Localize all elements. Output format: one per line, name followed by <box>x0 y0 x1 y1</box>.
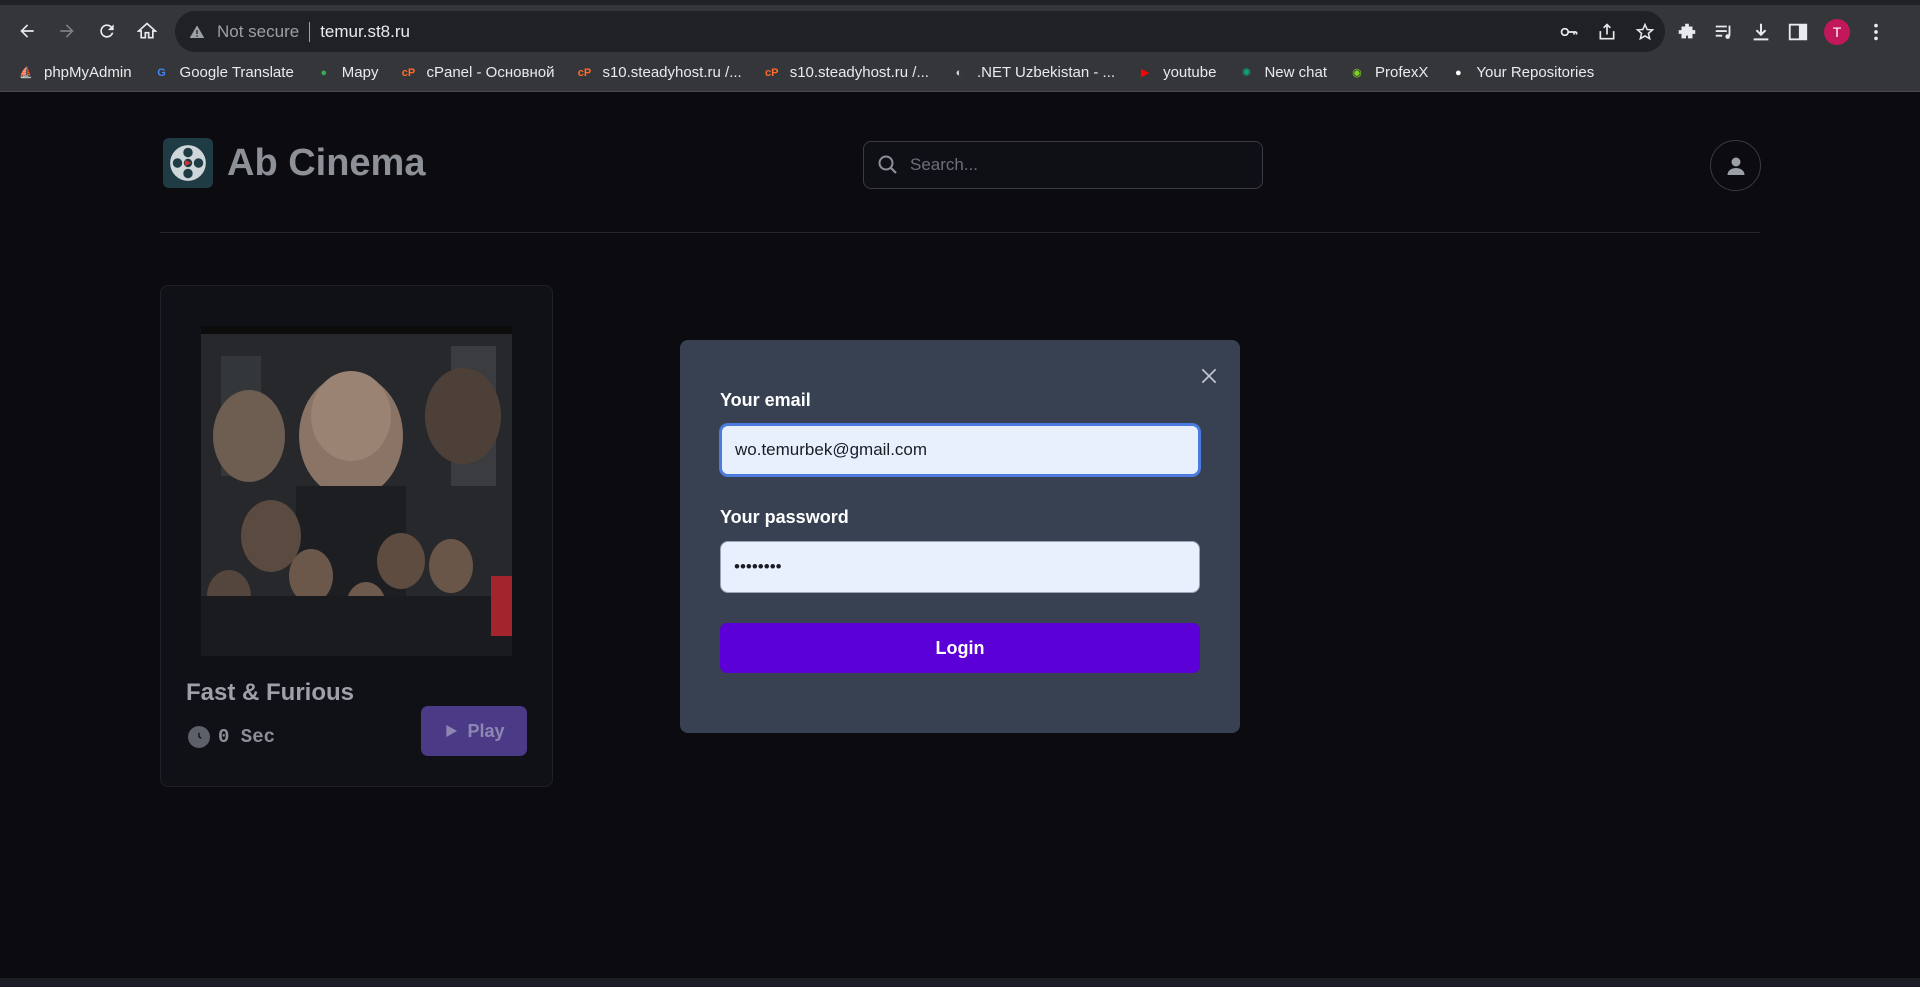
close-button[interactable] <box>1195 362 1223 390</box>
user-icon <box>1727 157 1744 175</box>
email-label: Your email <box>720 390 811 410</box>
search-input[interactable] <box>910 155 1230 175</box>
movie-title[interactable]: Fast & Furious <box>186 679 354 707</box>
movie-card[interactable]: Fast & Furious 0 Sec Play <box>160 285 553 787</box>
search-box[interactable] <box>863 141 1263 189</box>
phpmyadmin-icon: ⛵ <box>19 67 33 79</box>
search-icon <box>878 155 897 174</box>
cpanel-icon: cP <box>401 66 416 79</box>
security-status[interactable]: Not secure <box>217 22 299 42</box>
bookmark-label: New chat <box>1264 64 1327 81</box>
back-arrow-icon <box>20 24 34 38</box>
login-modal: Your email Your password Login <box>680 340 1240 733</box>
brand-logo[interactable]: Ab Cinema <box>163 138 425 188</box>
home-button[interactable] <box>131 15 163 47</box>
warning-icon <box>189 23 207 41</box>
profexx-icon: ◉ <box>1352 67 1362 79</box>
bookmark-item[interactable]: cP s10.steadyhost.ru /... <box>574 63 742 83</box>
password-label: Your password <box>720 507 849 527</box>
bookmark-label: Your Repositories <box>1476 64 1595 81</box>
movie-poster[interactable] <box>201 326 512 656</box>
bookmark-label: s10.steadyhost.ru /... <box>602 64 742 81</box>
bookmark-item[interactable]: ◉ ProfexX <box>1347 63 1428 83</box>
bookmark-item[interactable]: ✺ New chat <box>1236 63 1327 83</box>
bookmark-label: Mapy <box>341 64 379 81</box>
bottom-strip <box>0 978 1920 987</box>
key-icon[interactable] <box>1559 22 1579 42</box>
play-button[interactable]: Play <box>421 706 527 756</box>
address-divider <box>309 21 311 42</box>
password-field[interactable] <box>720 541 1200 593</box>
back-button[interactable] <box>11 15 43 47</box>
dotnet-uz-icon: ◐ <box>955 66 963 79</box>
maps-pin-icon: ● <box>320 66 328 79</box>
kebab-menu-icon[interactable] <box>1865 21 1887 43</box>
bookmark-item[interactable]: G Google Translate <box>152 63 294 83</box>
bookmark-item[interactable]: ◐ .NET Uzbekistan - ... <box>949 63 1115 83</box>
close-icon <box>1201 368 1217 384</box>
media-playlist-icon[interactable] <box>1713 21 1735 43</box>
duration-text: 0 Sec <box>218 726 276 748</box>
play-label: Play <box>467 720 505 741</box>
play-icon <box>446 725 458 737</box>
google-translate-icon: G <box>157 66 166 79</box>
bookmark-item[interactable]: ● Mapy <box>314 63 379 83</box>
address-bar[interactable]: Not secure temur.st8.ru <box>175 11 1665 52</box>
extensions-icon[interactable] <box>1676 21 1698 43</box>
star-icon[interactable] <box>1635 22 1655 42</box>
brand-name: Ab Cinema <box>227 141 426 184</box>
bookmark-item[interactable]: ● Your Repositories <box>1448 63 1594 83</box>
youtube-icon: ▶ <box>1140 67 1150 79</box>
bookmark-item[interactable]: cP s10.steadyhost.ru /... <box>762 63 929 83</box>
home-icon <box>137 22 157 39</box>
chatgpt-icon: ✺ <box>1241 67 1252 79</box>
site-header: Ab Cinema <box>160 93 1761 233</box>
cpanel-icon: cP <box>764 66 779 79</box>
github-icon: ● <box>1455 66 1462 79</box>
film-reel-icon <box>163 138 213 188</box>
bookmark-label: s10.steadyhost.ru /... <box>789 64 929 81</box>
bookmark-label: youtube <box>1163 64 1217 81</box>
reload-button[interactable] <box>91 15 123 47</box>
account-button[interactable] <box>1710 140 1761 191</box>
url-text[interactable]: temur.st8.ru <box>320 22 410 42</box>
email-field[interactable] <box>720 424 1200 476</box>
profile-avatar[interactable]: T <box>1824 19 1850 45</box>
bookmark-item[interactable]: ▶ youtube <box>1135 63 1217 83</box>
reload-icon <box>100 24 114 38</box>
forward-button[interactable] <box>51 15 83 47</box>
poster-image <box>201 326 512 656</box>
bookmark-item[interactable]: cP cPanel - Основной <box>398 63 555 83</box>
cpanel-icon: cP <box>577 66 592 79</box>
bookmark-item[interactable]: ⛵ phpMyAdmin <box>16 63 132 83</box>
bookmark-label: .NET Uzbekistan - ... <box>976 64 1116 81</box>
side-panel-icon[interactable] <box>1787 21 1809 43</box>
bookmarks-bar: ⛵ phpMyAdmin G Google Translate ● Mapy cP cPane… <box>0 54 1920 92</box>
bookmark-label: ProfexX <box>1374 64 1429 81</box>
download-icon[interactable] <box>1750 21 1772 43</box>
bookmark-label: cPanel - Основной <box>426 64 555 81</box>
bookmark-label: Google Translate <box>179 64 294 81</box>
forward-arrow-icon <box>60 24 74 38</box>
clock-icon <box>188 726 210 748</box>
movie-duration: 0 Sec <box>188 726 275 748</box>
share-icon[interactable] <box>1597 22 1617 42</box>
login-button[interactable]: Login <box>720 623 1200 673</box>
browser-toolbar: Not secure temur.st8.ru T <box>0 0 1920 54</box>
bookmark-label: phpMyAdmin <box>44 64 132 81</box>
